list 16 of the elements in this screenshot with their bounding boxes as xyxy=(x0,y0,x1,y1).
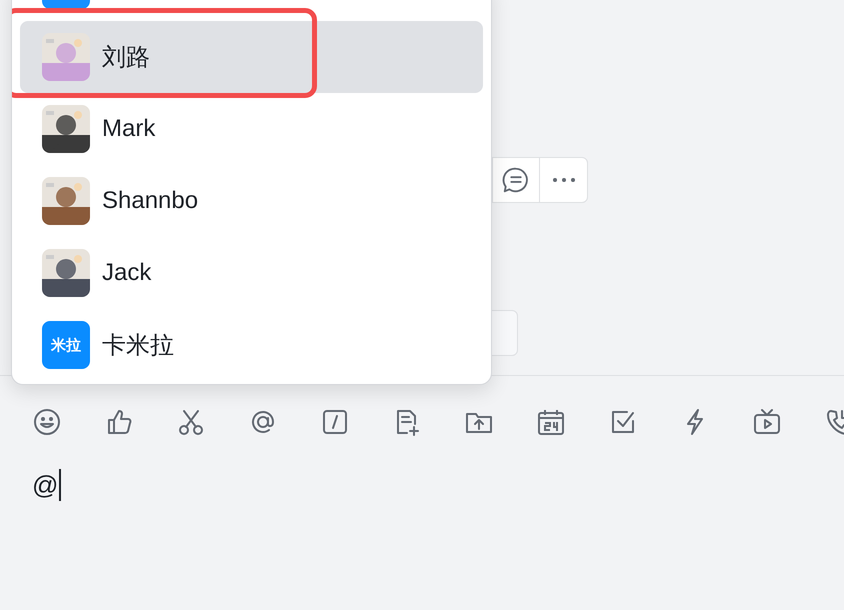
member-item[interactable]: 刘路 xyxy=(20,21,483,93)
emoji-icon[interactable] xyxy=(31,406,63,438)
member-name: 刘路 xyxy=(102,43,150,73)
message-input-text[interactable]: @ xyxy=(32,470,58,500)
member-item[interactable]: Jack xyxy=(20,237,483,309)
text-caret xyxy=(59,469,62,501)
member-name: Jack xyxy=(102,259,152,287)
member-item[interactable]: Shannbo xyxy=(20,165,483,237)
member-name: Mark xyxy=(102,115,156,143)
member-item[interactable]: 米拉 卡米拉 xyxy=(20,309,483,381)
comment-icon xyxy=(501,165,531,195)
avatar: 米拉 xyxy=(42,321,90,369)
member-name: 卡米拉 xyxy=(102,331,174,361)
member-name: Shannbo xyxy=(102,187,198,215)
more-icon xyxy=(552,178,575,182)
member-item[interactable]: Mark xyxy=(20,93,483,165)
